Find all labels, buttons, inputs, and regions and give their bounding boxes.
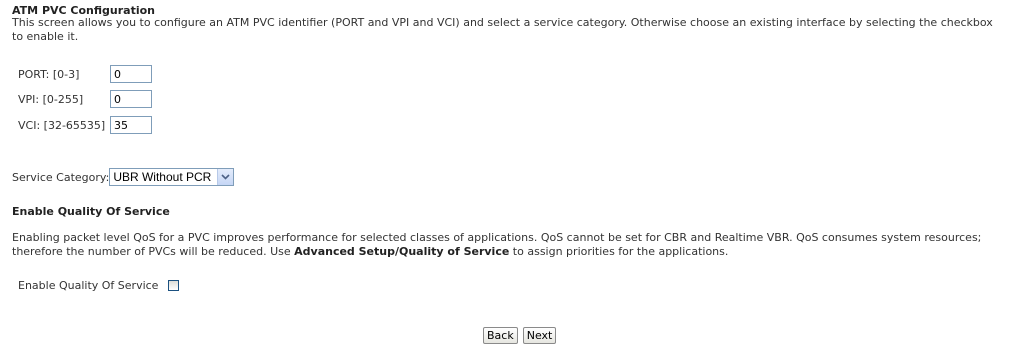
port-input[interactable] — [110, 65, 152, 83]
qos-description-link-text: Advanced Setup/Quality of Service — [294, 245, 510, 258]
qos-checkbox-row: Enable Quality Of Service — [18, 276, 180, 294]
chevron-down-icon[interactable] — [217, 169, 234, 185]
vci-row: VCI: [32-65535] — [18, 116, 152, 134]
service-category-select[interactable]: UBR Without PCR — [109, 168, 235, 186]
back-button[interactable]: Back — [483, 327, 518, 344]
qos-heading: Enable Quality Of Service — [12, 205, 170, 218]
vci-input[interactable] — [110, 116, 152, 134]
qos-checkbox[interactable] — [168, 279, 180, 291]
service-category-value: UBR Without PCR — [113, 170, 212, 184]
port-row: PORT: [0-3] — [18, 65, 152, 83]
button-bar: Back Next — [483, 327, 557, 344]
service-category-label: Service Category: — [12, 170, 110, 184]
vci-label: VCI: [32-65535] — [18, 118, 106, 132]
port-label: PORT: [0-3] — [18, 67, 80, 81]
next-button[interactable]: Next — [522, 327, 557, 344]
service-category-row: Service Category: UBR Without PCR — [12, 167, 235, 187]
atm-pvc-config-page: ATM PVC Configuration This screen allows… — [0, 0, 1018, 344]
vpi-row: VPI: [0-255] — [18, 90, 152, 108]
page-description: This screen allows you to configure an A… — [12, 16, 993, 43]
vpi-input[interactable] — [110, 90, 152, 108]
qos-description-text-end: to assign priorities for the application… — [509, 245, 729, 258]
vpi-label: VPI: [0-255] — [18, 92, 84, 106]
qos-checkbox-label: Enable Quality Of Service — [18, 278, 159, 292]
qos-description: Enabling packet level QoS for a PVC impr… — [12, 231, 1007, 259]
